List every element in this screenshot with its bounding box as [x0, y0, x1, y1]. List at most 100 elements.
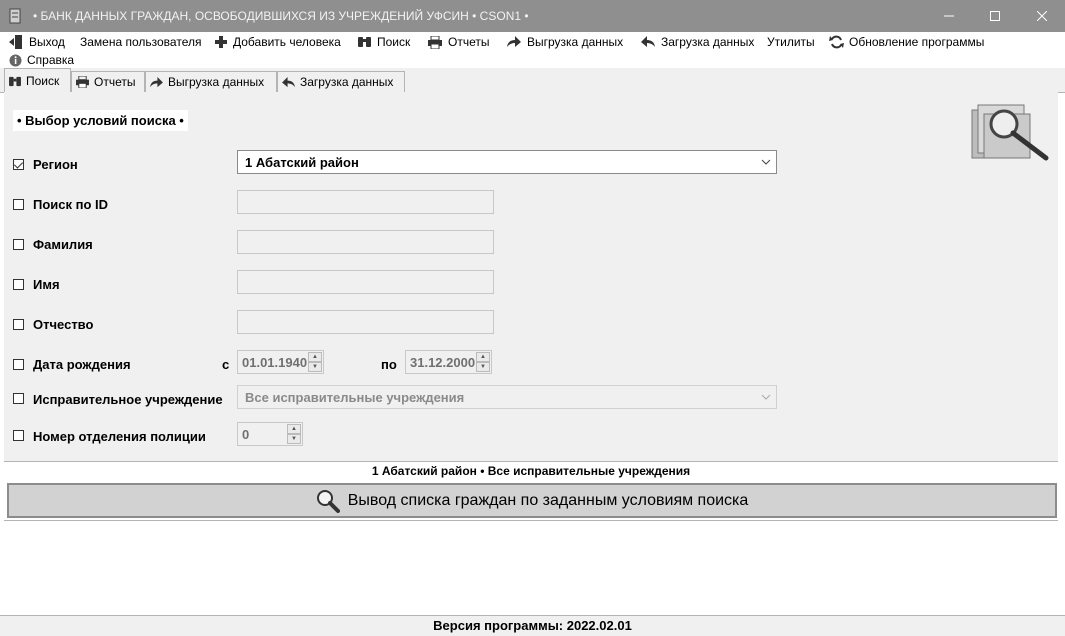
menu-search-label: Поиск: [377, 35, 411, 49]
results-area: [4, 520, 1058, 616]
region-checkbox[interactable]: [13, 159, 24, 170]
birth-date-to-label: по: [381, 357, 397, 372]
spin-up-icon[interactable]: ▲: [287, 424, 301, 434]
tab-search-label: Поиск: [26, 74, 60, 88]
menu-help-label: Справка: [27, 53, 75, 67]
tab-reports-label: Отчеты: [94, 75, 136, 89]
birth-date-from-spinner[interactable]: ▲ ▼: [308, 352, 322, 372]
search-summary: 1 Абатский район • Все исправительные уч…: [4, 461, 1058, 480]
id-checkbox[interactable]: [13, 199, 24, 210]
spin-down-icon[interactable]: ▼: [287, 434, 301, 444]
institution-select-value: Все исправительные учреждения: [245, 390, 465, 405]
menu-bar: Выход Замена пользователя Добавить челов…: [0, 32, 1065, 68]
refresh-icon: [829, 35, 844, 49]
binoculars-icon: [358, 37, 371, 47]
search-panel: • Выбор условий поиска • Регион 1 Абатск…: [4, 92, 1058, 461]
birth-date-from-value: 01.01.1940: [242, 355, 308, 370]
exit-door-icon: [9, 35, 22, 49]
police-unit-label: Номер отделения полиции: [33, 429, 206, 444]
spin-down-icon[interactable]: ▼: [476, 362, 490, 372]
menu-export-label: Выгрузка данных: [527, 35, 624, 49]
surname-checkbox[interactable]: [13, 239, 24, 250]
menu-reports-label: Отчеты: [448, 35, 490, 49]
menu-change-user-label: Замена пользователя: [80, 35, 202, 49]
menu-export[interactable]: Выгрузка данных: [506, 34, 623, 50]
chevron-down-icon: [761, 394, 771, 400]
tab-export[interactable]: Выгрузка данных: [145, 71, 277, 92]
birth-date-from-label: с: [222, 357, 230, 372]
maximize-icon: [990, 11, 1000, 21]
spin-down-icon[interactable]: ▼: [308, 362, 322, 372]
printer-icon: [76, 76, 89, 88]
plus-icon: [215, 36, 227, 48]
arrow-forward-icon: [507, 36, 521, 47]
patronymic-input[interactable]: [237, 310, 494, 334]
institution-label: Исправительное учреждение: [33, 392, 223, 407]
menu-exit[interactable]: Выход: [9, 34, 65, 50]
database-app-icon: [9, 8, 21, 24]
name-checkbox[interactable]: [13, 279, 24, 290]
surname-label: Фамилия: [33, 237, 93, 252]
menu-reports[interactable]: Отчеты: [427, 34, 489, 50]
birth-date-to-spinner[interactable]: ▲ ▼: [476, 352, 490, 372]
birth-date-from-input[interactable]: 01.01.1940 ▲ ▼: [237, 350, 324, 374]
tab-strip: Поиск Отчеты Выгрузка данных Загрузка да…: [0, 68, 1065, 93]
patronymic-checkbox[interactable]: [13, 319, 24, 330]
title-bar: • БАНК ДАННЫХ ГРАЖДАН, ОСВОБОДИВШИХСЯ ИЗ…: [0, 0, 1065, 32]
birth-date-to-value: 31.12.2000: [410, 355, 476, 370]
region-select-value: 1 Абатский район: [245, 155, 359, 170]
maximize-button[interactable]: [972, 0, 1018, 32]
menu-utilities-label: Утилиты: [767, 35, 815, 49]
window-title: • БАНК ДАННЫХ ГРАЖДАН, ОСВОБОДИВШИХСЯ ИЗ…: [33, 9, 529, 23]
menu-exit-label: Выход: [29, 35, 65, 49]
close-button[interactable]: [1019, 0, 1065, 32]
institution-checkbox[interactable]: [13, 393, 24, 404]
magnifier-icon: [316, 489, 340, 513]
menu-change-user[interactable]: Замена пользователя: [80, 34, 201, 50]
name-label: Имя: [33, 277, 60, 292]
tab-export-label: Выгрузка данных: [168, 75, 265, 89]
search-citizens-button-label: Вывод списка граждан по заданным условия…: [347, 491, 749, 509]
menu-update[interactable]: Обновление программы: [829, 34, 984, 50]
search-citizens-button[interactable]: Вывод списка граждан по заданным условия…: [7, 483, 1057, 518]
police-unit-input[interactable]: 0 ▲ ▼: [237, 422, 303, 446]
police-unit-value: 0: [242, 427, 250, 442]
spin-up-icon[interactable]: ▲: [308, 352, 322, 362]
birth-date-label: Дата рождения: [33, 357, 131, 372]
id-input[interactable]: [237, 190, 494, 214]
menu-help[interactable]: Справка: [9, 52, 74, 68]
name-input[interactable]: [237, 270, 494, 294]
menu-search[interactable]: Поиск: [357, 34, 410, 50]
spin-up-icon[interactable]: ▲: [476, 352, 490, 362]
menu-import[interactable]: Загрузка данных: [640, 34, 754, 50]
menu-update-label: Обновление программы: [849, 35, 985, 49]
surname-input[interactable]: [237, 230, 494, 254]
birth-date-checkbox[interactable]: [13, 359, 24, 370]
program-version: Версия программы: 2022.02.01: [433, 618, 632, 633]
menu-import-label: Загрузка данных: [661, 35, 755, 49]
status-bar: Версия программы: 2022.02.01: [0, 615, 1065, 636]
minimize-icon: [944, 15, 954, 17]
menu-utilities[interactable]: Утилиты: [767, 34, 815, 50]
arrow-forward-icon: [150, 76, 163, 87]
arrow-back-icon: [282, 76, 295, 87]
menu-add-person-label: Добавить человека: [233, 35, 341, 49]
region-select[interactable]: 1 Абатский район: [237, 150, 777, 174]
minimize-button[interactable]: [926, 0, 972, 32]
info-icon: [9, 54, 22, 66]
tab-import[interactable]: Загрузка данных: [277, 71, 405, 92]
chevron-down-icon: [761, 159, 771, 165]
institution-select[interactable]: Все исправительные учреждения: [237, 385, 777, 409]
menu-add-person[interactable]: Добавить человека: [214, 34, 341, 50]
id-label: Поиск по ID: [33, 197, 109, 212]
arrow-back-icon: [641, 36, 655, 47]
search-folder-icon: [971, 104, 1049, 161]
region-label: Регион: [33, 157, 78, 172]
police-unit-spinner[interactable]: ▲ ▼: [287, 424, 301, 444]
tab-reports[interactable]: Отчеты: [71, 71, 145, 92]
tab-search[interactable]: Поиск: [4, 68, 71, 93]
group-title: • Выбор условий поиска •: [13, 110, 188, 131]
birth-date-to-input[interactable]: 31.12.2000 ▲ ▼: [405, 350, 492, 374]
patronymic-label: Отчество: [33, 317, 94, 332]
police-unit-checkbox[interactable]: [13, 430, 24, 441]
